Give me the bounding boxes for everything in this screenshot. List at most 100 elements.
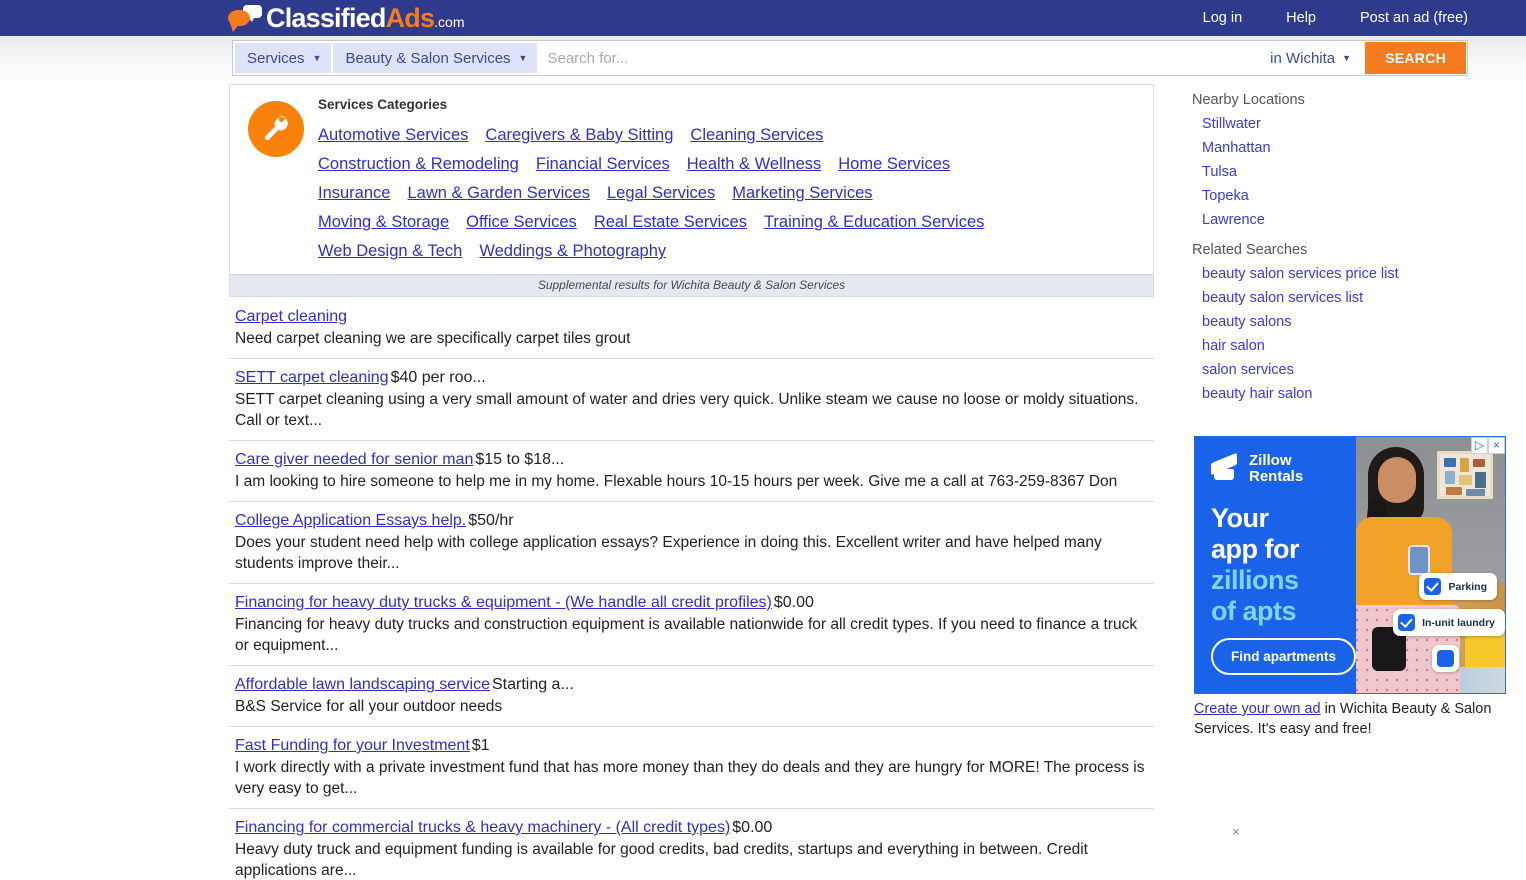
- ad-headline: Your app for zillions of apts: [1211, 503, 1346, 627]
- listing-link[interactable]: SETT carpet cleaning: [235, 369, 389, 386]
- ad-feature-chip-empty: [1432, 645, 1459, 672]
- post-ad-link[interactable]: Post an ad (free): [1360, 10, 1468, 26]
- listing-link[interactable]: College Application Essays help.: [235, 512, 466, 529]
- location-dropdown[interactable]: in Wichita ▼: [1264, 41, 1365, 75]
- ad-chip-label: Parking: [1448, 580, 1487, 593]
- create-your-own-ad-link[interactable]: Create your own ad: [1194, 701, 1321, 717]
- category-link-legal-services[interactable]: Legal Services: [607, 184, 715, 202]
- search-bar: Services ▼ Beauty & Salon Services ▼ in …: [232, 40, 1468, 76]
- ad-headline-line1: Your: [1211, 503, 1269, 533]
- help-link[interactable]: Help: [1286, 10, 1316, 26]
- list-item: hair salon: [1202, 334, 1518, 358]
- listing-price: $0.00: [773, 594, 814, 611]
- listing-title-row: Care giver needed for senior man $15 to $…: [235, 449, 1150, 470]
- related-link-1[interactable]: beauty salon services list: [1202, 290, 1363, 306]
- nearby-link-topeka[interactable]: Topeka: [1202, 188, 1249, 204]
- category-primary-dropdown[interactable]: Services ▼: [235, 43, 332, 73]
- nearby-link-lawrence[interactable]: Lawrence: [1202, 212, 1265, 228]
- list-item: Lawrence: [1202, 208, 1518, 232]
- listing-item: Financing for heavy duty trucks & equipm…: [229, 584, 1154, 666]
- logo-wordmark: ClassifiedAds.com: [266, 2, 465, 33]
- logo-text-ads: Ads: [385, 2, 435, 33]
- category-link-cleaning-services[interactable]: Cleaning Services: [690, 126, 823, 144]
- category-link-web-design-tech[interactable]: Web Design & Tech: [318, 242, 462, 260]
- category-link-training-education-services[interactable]: Training & Education Services: [764, 213, 984, 231]
- category-link-insurance[interactable]: Insurance: [318, 184, 390, 202]
- zillow-house-icon: [1211, 456, 1241, 482]
- category-link-home-services[interactable]: Home Services: [838, 155, 950, 173]
- zillow-rentals-ad[interactable]: Zillow Rentals Your app for zillions of a…: [1194, 436, 1506, 694]
- category-secondary-dropdown[interactable]: Beauty & Salon Services ▼: [333, 43, 538, 73]
- listing-link[interactable]: Financing for heavy duty trucks & equipm…: [235, 594, 772, 611]
- zillow-logo: Zillow Rentals: [1211, 453, 1346, 485]
- login-link[interactable]: Log in: [1203, 10, 1243, 26]
- listing-title-row: Affordable lawn landscaping service Start…: [235, 674, 1150, 695]
- site-logo[interactable]: ClassifiedAds.com: [228, 2, 465, 34]
- listing-title-row: Financing for heavy duty trucks & equipm…: [235, 592, 1150, 613]
- category-link-financial-services[interactable]: Financial Services: [536, 155, 670, 173]
- related-link-5[interactable]: beauty hair salon: [1202, 386, 1312, 402]
- listing-link[interactable]: Carpet cleaning: [235, 308, 347, 325]
- related-searches-title: Related Searches: [1192, 242, 1308, 258]
- listing-item: Care giver needed for senior man $15 to $…: [229, 441, 1154, 502]
- related-link-2[interactable]: beauty salons: [1202, 314, 1291, 330]
- ad-headline-line3: zillions: [1211, 565, 1299, 595]
- find-apartments-button[interactable]: Find apartments: [1211, 638, 1357, 675]
- ad-dismiss-icon[interactable]: ×: [1232, 824, 1240, 839]
- category-secondary-label: Beauty & Salon Services: [345, 49, 511, 67]
- page-body: Services Categories Automotive Services C…: [0, 84, 1526, 880]
- category-link-office-services[interactable]: Office Services: [466, 213, 577, 231]
- ad-feature-chip-parking: Parking: [1419, 573, 1497, 600]
- nearby-link-manhattan[interactable]: Manhattan: [1202, 140, 1271, 156]
- chevron-down-icon: ▼: [312, 52, 322, 63]
- listing-link[interactable]: Financing for commercial trucks & heavy …: [235, 819, 730, 836]
- ad-photo: [1350, 437, 1505, 693]
- listing-description: I work directly with a private investmen…: [235, 759, 1145, 797]
- category-link-marketing-services[interactable]: Marketing Services: [732, 184, 872, 202]
- list-item: Tulsa: [1202, 160, 1518, 184]
- nearby-link-stillwater[interactable]: Stillwater: [1202, 116, 1261, 132]
- main-column: Services Categories Automotive Services C…: [229, 84, 1154, 880]
- listing-results: Carpet cleaning Need carpet cleaning we …: [229, 297, 1154, 880]
- listing-title-row: SETT carpet cleaning $40 per roo...: [235, 367, 1150, 388]
- create-ad-caption: Create your own ad in Wichita Beauty & S…: [1194, 699, 1494, 739]
- search-input[interactable]: [537, 41, 1265, 75]
- nearby-locations-title: Nearby Locations: [1192, 92, 1305, 108]
- category-link-moving-storage[interactable]: Moving & Storage: [318, 213, 449, 231]
- services-categories-panel: Services Categories Automotive Services C…: [229, 84, 1154, 274]
- list-item: Stillwater: [1202, 112, 1518, 136]
- category-link-real-estate-services[interactable]: Real Estate Services: [594, 213, 747, 231]
- listing-item: College Application Essays help. $50/hr D…: [229, 502, 1154, 584]
- location-label: in Wichita: [1270, 49, 1336, 67]
- category-link-health-wellness[interactable]: Health & Wellness: [687, 155, 822, 173]
- ad-headline-line2: app for: [1211, 534, 1300, 564]
- related-link-4[interactable]: salon services: [1202, 362, 1294, 378]
- checkbox-checked-icon: [1424, 578, 1442, 595]
- adchoices-icon[interactable]: ▷: [1471, 437, 1488, 454]
- listing-description: Heavy duty truck and equipment funding i…: [235, 841, 1088, 879]
- category-link-construction-remodeling[interactable]: Construction & Remodeling: [318, 155, 519, 173]
- advertisement-unit: Zillow Rentals Your app for zillions of a…: [1194, 436, 1506, 839]
- listing-link[interactable]: Affordable lawn landscaping service: [235, 676, 490, 693]
- listing-description: Does your student need help with college…: [235, 534, 1102, 572]
- category-link-lawn-garden-services[interactable]: Lawn & Garden Services: [407, 184, 590, 202]
- chevron-down-icon: ▼: [1342, 52, 1352, 63]
- listing-item: Carpet cleaning Need carpet cleaning we …: [229, 299, 1154, 359]
- listing-link[interactable]: Fast Funding for your Investment: [235, 737, 470, 754]
- related-link-3[interactable]: hair salon: [1202, 338, 1265, 354]
- listing-price: Starting a...: [491, 676, 574, 693]
- related-link-0[interactable]: beauty salon services price list: [1202, 266, 1399, 282]
- listing-link[interactable]: Care giver needed for senior man: [235, 451, 473, 468]
- category-link-caregivers-baby-sitting[interactable]: Caregivers & Baby Sitting: [485, 126, 673, 144]
- checkbox-icon: [1437, 650, 1454, 667]
- category-link-weddings-photography[interactable]: Weddings & Photography: [479, 242, 666, 260]
- list-item: beauty salon services price list: [1202, 262, 1518, 286]
- close-icon[interactable]: ×: [1488, 437, 1505, 454]
- nearby-link-tulsa[interactable]: Tulsa: [1202, 164, 1237, 180]
- listing-title-row: College Application Essays help. $50/hr: [235, 510, 1150, 531]
- listing-title-row: Financing for commercial trucks & heavy …: [235, 817, 1150, 838]
- search-button[interactable]: SEARCH: [1365, 42, 1466, 74]
- list-item: beauty hair salon: [1202, 382, 1518, 406]
- categories-title: Services Categories: [318, 97, 448, 112]
- category-link-automotive-services[interactable]: Automotive Services: [318, 126, 468, 144]
